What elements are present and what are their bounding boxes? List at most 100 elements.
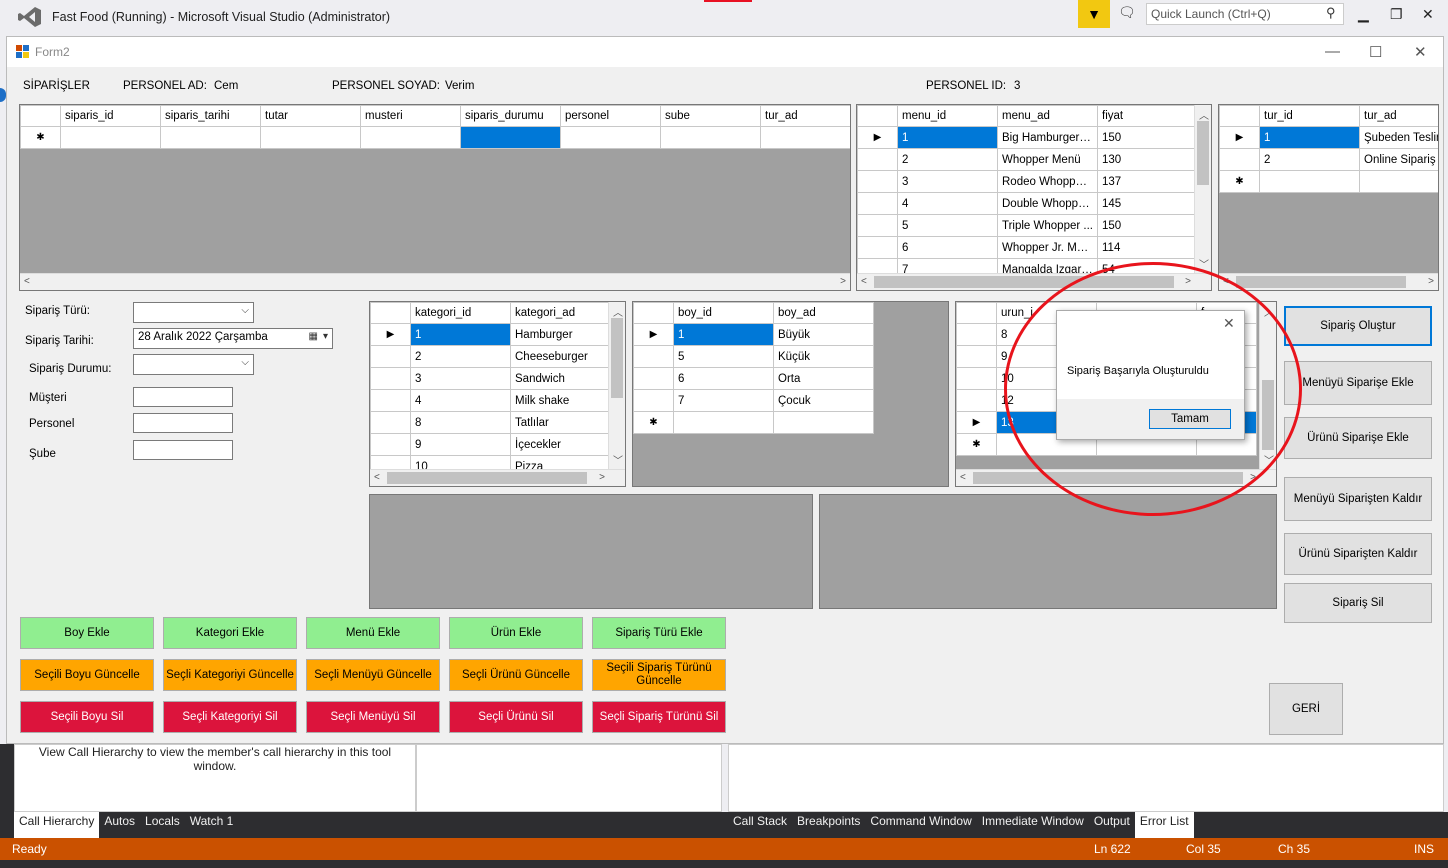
column-header[interactable]: boy_ad [773,302,874,324]
cell[interactable] [660,126,761,149]
column-header[interactable]: menu_ad [997,105,1098,127]
cell[interactable]: Big Hamburger M... [997,126,1098,149]
siparis-sil-button[interactable]: Sipariş Sil [1284,583,1432,623]
cell[interactable]: Whopper Menü [997,148,1098,171]
secili-siparis-turunu-guncelle-button[interactable]: Seçili Sipariş Türünü Güncelle [592,659,726,691]
form-minimize-icon[interactable]: — [1325,43,1340,60]
scroll-right-icon[interactable]: > [599,472,605,483]
scroll-thumb[interactable] [387,472,587,484]
empty-grid-right[interactable] [819,494,1277,609]
filter-icon[interactable]: ▼ [1078,0,1110,28]
horizontal-scrollbar[interactable]: < > [1219,273,1438,290]
tab-command-window[interactable]: Command Window [865,812,976,838]
horizontal-scrollbar[interactable]: < > [20,273,850,290]
secli-kategoriyi-guncelle-button[interactable]: Seçli Kategoriyi Güncelle [163,659,297,691]
table-row[interactable]: 6 Orta [633,367,874,390]
cell[interactable]: 5 [897,214,998,237]
tab-autos[interactable]: Autos [99,812,140,838]
secli-siparis-turunu-sil-button[interactable]: Seçli Sipariş Türünü Sil [592,701,726,733]
cell-selected[interactable] [460,126,561,149]
siparis-olustur-button[interactable]: Sipariş Oluştur [1284,306,1432,346]
scroll-thumb[interactable] [1236,276,1406,288]
chevron-down-icon[interactable]: ▾ [323,331,328,342]
tab-error-list[interactable]: Error List [1134,812,1194,838]
cell[interactable]: 2 [410,345,511,368]
cell[interactable] [360,126,461,149]
cell[interactable] [160,126,261,149]
table-row[interactable]: 3 Rodeo Whopper ... 137 [857,170,1197,193]
column-header[interactable]: kategori_id [410,302,511,324]
secli-kategoriyi-sil-button[interactable]: Seçli Kategoriyi Sil [163,701,297,733]
column-header[interactable]: siparis_tarihi [160,105,261,127]
musteri-input[interactable] [133,387,233,407]
boy-ekle-button[interactable]: Boy Ekle [20,617,154,649]
kategori-grid[interactable]: kategori_id kategori_ad ▶ 1 Hamburger 2 Che… [369,301,626,487]
secili-boyu-guncelle-button[interactable]: Seçili Boyu Güncelle [20,659,154,691]
tab-immediate-window[interactable]: Immediate Window [977,812,1089,838]
close-icon[interactable]: ✕ [1422,6,1434,23]
cell[interactable]: Hamburger [510,323,611,346]
cell[interactable]: Sandwich [510,367,611,390]
table-row[interactable]: ▶ 1 Şubeden Teslim [1219,126,1438,149]
column-header[interactable]: sube [660,105,761,127]
scroll-right-icon[interactable]: > [1428,276,1434,287]
tab-locals[interactable]: Locals [140,812,185,838]
form-maximize-icon[interactable]: ☐ [1369,43,1382,61]
column-header[interactable]: siparis_durumu [460,105,561,127]
horizontal-scrollbar[interactable]: < > [370,469,625,486]
cell[interactable]: Online Sipariş [1359,148,1438,171]
cell[interactable] [60,126,161,149]
menuyu-siparisten-kaldir-button[interactable]: Menüyü Siparişten Kaldır [1284,477,1432,521]
scroll-left-icon[interactable]: < [24,276,30,287]
table-row[interactable]: 5 Triple Whopper ... 150 [857,214,1197,237]
column-header[interactable]: tur_ad [1359,105,1438,127]
form-close-icon[interactable]: ✕ [1414,43,1427,61]
cell[interactable]: 3 [410,367,511,390]
table-row[interactable]: ▶ 1 Big Hamburger M... 150 [857,126,1197,149]
table-row[interactable]: 6 Whopper Jr. Menü 114 [857,236,1197,259]
cell[interactable]: Şubeden Teslim [1359,126,1438,149]
secli-menuyu-guncelle-button[interactable]: Seçli Menüyü Güncelle [306,659,440,691]
siparis-turu-ekle-button[interactable]: Sipariş Türü Ekle [592,617,726,649]
feedback-icon[interactable]: 🗨 [1118,4,1138,24]
tab-call-stack[interactable]: Call Stack [728,812,792,838]
column-header[interactable]: boy_id [673,302,774,324]
table-row[interactable]: 2 Whopper Menü 130 [857,148,1197,171]
column-header[interactable]: tur_ad [760,105,850,127]
table-row[interactable]: 2 Online Sipariş [1219,148,1438,171]
tab-breakpoints[interactable]: Breakpoints [792,812,865,838]
table-row[interactable]: 5 Küçük [633,345,874,368]
cell[interactable]: 9 [410,433,511,456]
cell[interactable]: 150 [1097,214,1197,237]
tab-call-hierarchy[interactable]: Call Hierarchy [14,812,100,838]
new-row[interactable]: ✱ [633,411,874,434]
cell[interactable]: Whopper Jr. Menü [997,236,1098,259]
urunu-siparisten-kaldir-button[interactable]: Ürünü Siparişten Kaldır [1284,533,1432,575]
column-header[interactable]: tur_id [1259,105,1360,127]
table-row[interactable]: 8 Tatlılar [370,411,611,434]
cell[interactable] [760,126,850,149]
column-header[interactable]: menu_id [897,105,998,127]
siparis-turu-select[interactable]: ⌵ [133,302,254,323]
cell[interactable]: 130 [1097,148,1197,171]
scroll-down-icon[interactable]: ﹀ [613,452,623,467]
cell[interactable]: Büyük [773,323,874,346]
cell[interactable]: 5 [673,345,774,368]
secli-urunu-sil-button[interactable]: Seçli Ürünü Sil [449,701,583,733]
secli-urunu-guncelle-button[interactable]: Seçli Ürünü Güncelle [449,659,583,691]
secili-boyu-sil-button[interactable]: Seçili Boyu Sil [20,701,154,733]
cell-selected[interactable]: 1 [673,323,774,346]
orders-grid[interactable]: siparis_id siparis_tarihi tutar musteri … [19,104,851,291]
table-row[interactable]: ▶ 1 Hamburger [370,323,611,346]
personel-input[interactable] [133,413,233,433]
column-header[interactable]: siparis_id [60,105,161,127]
cell[interactable]: Tatlılar [510,411,611,434]
scroll-right-icon[interactable]: > [840,276,846,287]
scroll-thumb[interactable] [611,318,623,398]
cell[interactable]: 2 [897,148,998,171]
cell-selected[interactable]: 1 [897,126,998,149]
table-row[interactable]: 3 Sandwich [370,367,611,390]
cell[interactable] [773,411,874,434]
boy-grid[interactable]: boy_id boy_ad ▶ 1 Büyük 5 Küçük 6 Orta 7 Çocu… [632,301,949,487]
cell[interactable]: Milk shake [510,389,611,412]
